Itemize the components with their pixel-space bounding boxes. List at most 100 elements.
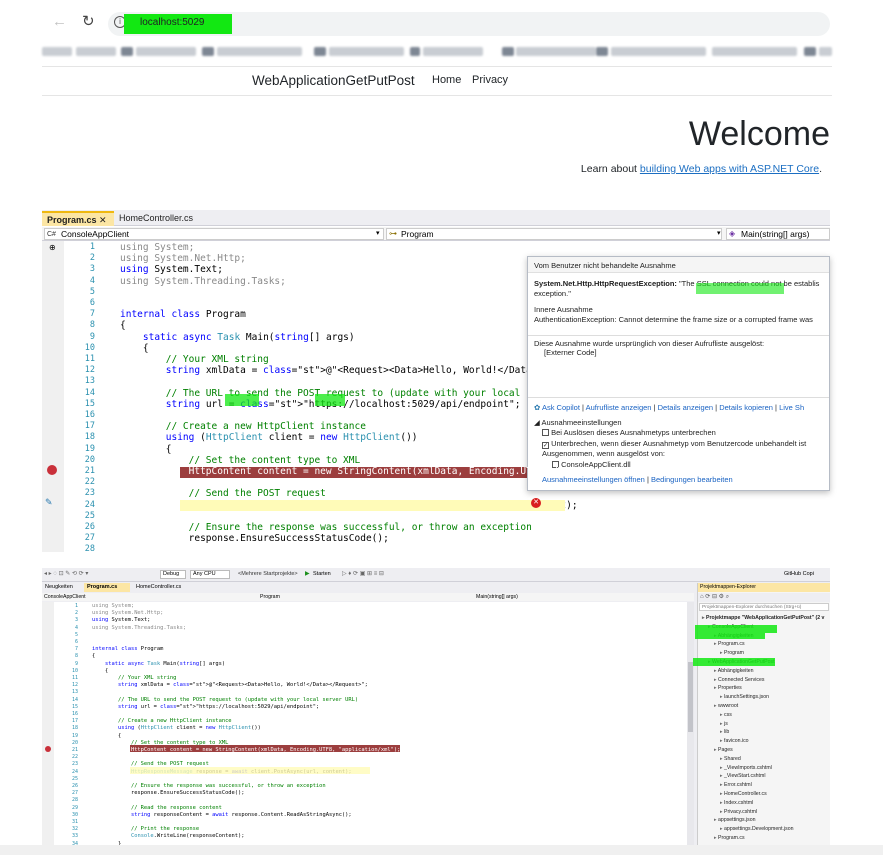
checkbox-break-thrown[interactable] (542, 429, 549, 436)
github-copilot-button[interactable]: GitHub Copi (784, 571, 814, 577)
project-highlight (695, 633, 765, 639)
exception-actions: ✿ Ask Copilot | Aufrufliste anzeigen | D… (534, 403, 805, 412)
line-number: 21 (71, 747, 78, 753)
checkbox-break-unhandled[interactable]: ✓ (542, 441, 549, 449)
solution-tree-item[interactable]: ▸ launchSettings.json (720, 693, 769, 701)
ask-copilot-link[interactable]: Ask Copilot (542, 403, 580, 412)
solution-tree-item[interactable]: ▸ wwwroot (714, 702, 738, 710)
brand-link[interactable]: WebApplicationGetPutPost (252, 73, 415, 88)
code-line: using System.Net.Http; (120, 253, 246, 265)
exception-settings-header[interactable]: ◢ Ausnahmeeinstellungen (534, 418, 622, 427)
solution-tree-item[interactable]: ▸ css (720, 711, 732, 719)
tab-program-cs[interactable]: Program.cs (84, 583, 130, 592)
chevron-down-icon[interactable]: ▾ (376, 229, 380, 237)
code-line: // Send the POST request (120, 488, 326, 500)
solution-tree-item[interactable]: ▸ lib (720, 728, 729, 736)
vs2-scrollbar[interactable] (687, 602, 694, 851)
breakpoint-icon[interactable] (47, 465, 57, 475)
nav-privacy-link[interactable]: Privacy (472, 74, 508, 86)
ssl-highlight (696, 283, 784, 294)
solution-tree-item[interactable]: ▸ Projektmappe "WebApplicationGetPutPost… (702, 614, 824, 622)
learn-paragraph: Learn about building Web apps with ASP.N… (580, 163, 822, 175)
solution-tree-item[interactable]: ▸ Privacy.cshtml (720, 808, 757, 816)
line-number: 27 (84, 533, 95, 544)
solution-tree-item[interactable]: ▸ Program.cs (714, 640, 745, 648)
class-combo[interactable]: Program (260, 593, 280, 601)
solution-tree-item[interactable]: ▸ Abhängigkeiten (714, 667, 754, 675)
line-number: 4 (89, 275, 95, 286)
code-line: { (120, 342, 149, 354)
line-number: 10 (71, 667, 78, 674)
solution-tree-item[interactable]: ▸ Pages (714, 746, 733, 754)
class-icon: ⊶ (389, 229, 397, 238)
solution-tree-item[interactable]: ▸ _ViewImports.cshtml (720, 764, 772, 772)
line-number: 12 (71, 682, 78, 689)
start-icon[interactable]: ▶ (305, 570, 310, 577)
close-icon[interactable]: ✕ (99, 215, 107, 225)
breakpoint-icon[interactable] (45, 746, 51, 752)
solution-search[interactable]: Projektmappen-Explorer durchsuchen (Strg… (699, 603, 829, 611)
line-number: 10 (84, 342, 95, 353)
solution-explorer: Projektmappen-Explorer ⌂ ⟳ ⊟ ⚙ ⌕ Projekt… (693, 583, 830, 851)
tab-news[interactable]: Neugkeiten (45, 584, 73, 590)
line-number: 19 (71, 732, 78, 739)
solution-tree-item[interactable]: ▸ Connected Services (714, 676, 764, 684)
vs2-code-editor[interactable]: 1 using System; 2 using System.Net.Http; 3 us… (42, 602, 694, 851)
page-bottom-strip (0, 845, 883, 855)
solution-tree-item[interactable]: ▸ Properties (714, 684, 742, 692)
code-line: using System; (92, 603, 135, 609)
solution-tree-item[interactable]: ▸ Program.cs (714, 834, 745, 842)
error-icon[interactable]: ✕ (531, 498, 541, 508)
tab-homecontroller-cs[interactable]: HomeController.cs (136, 584, 181, 590)
startup-combo[interactable]: <Mehrere Startprojekte> (238, 571, 298, 577)
back-arrow-icon[interactable]: ← (52, 13, 67, 30)
start-button[interactable]: Starten (313, 571, 331, 577)
aspnet-link[interactable]: building Web apps with ASP.NET Core (640, 163, 819, 175)
toolbar-icons: ◂ ▸ ◌ ⊡ ✎ ⟲ ⟳ ▾ (44, 571, 89, 577)
vs-toolbar: ◂ ▸ ◌ ⊡ ✎ ⟲ ⟳ ▾ Debug Any CPU <Mehrere S… (42, 568, 830, 582)
live-share-link[interactable]: Live Sh (779, 403, 804, 412)
exception-type: System.Net.Http.HttpRequestException: (534, 279, 677, 288)
member-combo[interactable]: ◈ Main(string[] args) (726, 228, 830, 240)
code-line: // Create a new HttpClient instance (92, 718, 232, 725)
exception-helper: Vom Benutzer nicht behandelte Ausnahme S… (527, 256, 830, 491)
line-number: 32 (71, 826, 78, 833)
project-combo[interactable]: ConsoleAppClient (44, 593, 86, 601)
copy-details-link[interactable]: Details kopieren (719, 403, 773, 412)
config-combo[interactable]: Debug (160, 570, 186, 579)
code-line: { (92, 732, 122, 739)
vs2-gutter (42, 602, 54, 851)
reload-icon[interactable]: ↻ (82, 12, 95, 30)
solution-tree-item[interactable]: ▸ appsettings.Development.json (720, 825, 794, 833)
url-text[interactable]: localhost:5029 (140, 17, 205, 28)
tab-program-cs[interactable]: Program.cs ✕ (42, 211, 114, 226)
edit-conditions-link[interactable]: Bedingungen bearbeiten (651, 475, 733, 484)
line-number: 5 (74, 631, 78, 638)
solution-tree-item[interactable]: ▸ Error.cshtml (720, 781, 752, 789)
solution-tree-item[interactable]: ▸ Shared (720, 755, 741, 763)
tab-homecontroller-cs[interactable]: HomeController.cs (114, 211, 224, 226)
solution-tree-item[interactable]: ▸ HomeController.cs (720, 790, 767, 798)
show-details-link[interactable]: Details anzeigen (658, 403, 713, 412)
code-line: using (HttpClient client = new HttpClien… (117, 725, 261, 732)
member-combo[interactable]: Main(string[] args) (476, 593, 518, 601)
class-combo[interactable]: ⊶ Program (386, 228, 722, 240)
solution-tree-item[interactable]: ▸ _ViewStart.cshtml (720, 772, 765, 780)
solution-tree-item[interactable]: ▸ js (720, 720, 728, 728)
chevron-down-icon[interactable]: ▾ (717, 229, 721, 237)
solution-tree-item[interactable]: ▸ favicon.ico (720, 737, 749, 745)
code-line: // The URL to send the POST request to (… (120, 387, 584, 399)
line-number: 28 (71, 797, 78, 804)
project-combo[interactable]: C# ConsoleAppClient (44, 228, 384, 240)
welcome-heading: Welcome (688, 115, 830, 153)
show-callstack-link[interactable]: Aufrufliste anzeigen (586, 403, 652, 412)
solution-tree-item[interactable]: ▸ Program (720, 649, 744, 657)
nav-home-link[interactable]: Home (432, 74, 461, 86)
line-number: 4 (74, 624, 78, 631)
solution-tree-item[interactable]: ▸ Index.cshtml (720, 799, 753, 807)
copilot-icon: ✿ (534, 403, 541, 412)
line-number: 9 (74, 660, 78, 667)
solution-tree-item[interactable]: ▸ appsettings.json (714, 816, 756, 824)
editor-tabstrip: Program.cs ✕ HomeController.cs (42, 210, 830, 226)
platform-combo[interactable]: Any CPU (190, 570, 230, 579)
